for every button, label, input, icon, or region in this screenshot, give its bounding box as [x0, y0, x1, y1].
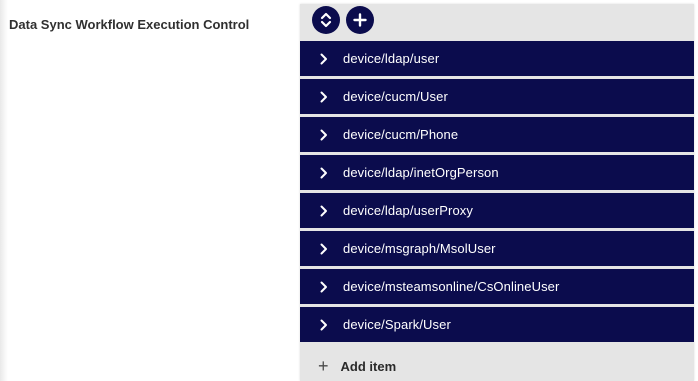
- list-item-label: device/Spark/User: [343, 317, 451, 332]
- reorder-button[interactable]: [312, 6, 340, 34]
- chevron-right-icon: [317, 53, 331, 65]
- list-item[interactable]: device/msteamsonline/CsOnlineUser: [300, 269, 694, 304]
- list-item[interactable]: device/ldap/user: [300, 41, 694, 76]
- list-item[interactable]: device/Spark/User: [300, 307, 694, 342]
- list-item-label: device/ldap/userProxy: [343, 203, 473, 218]
- list-item[interactable]: device/msgraph/MsolUser: [300, 231, 694, 266]
- item-list: device/ldap/user device/cucm/User device…: [300, 41, 694, 342]
- left-gutter: [0, 0, 8, 381]
- app-frame: Data Sync Workflow Execution Control dev…: [0, 0, 698, 381]
- chevron-right-icon: [317, 91, 331, 103]
- field-label: Data Sync Workflow Execution Control: [9, 17, 250, 32]
- list-item[interactable]: device/ldap/inetOrgPerson: [300, 155, 694, 190]
- list-toolbar: [312, 5, 374, 35]
- add-button[interactable]: [346, 6, 374, 34]
- plus-circle-icon: [353, 13, 367, 27]
- chevron-right-icon: [317, 129, 331, 141]
- add-item-label: Add item: [340, 358, 397, 374]
- list-item[interactable]: device/cucm/Phone: [300, 117, 694, 152]
- list-item-label: device/ldap/inetOrgPerson: [343, 165, 499, 180]
- chevron-right-icon: [317, 167, 331, 179]
- list-item-label: device/cucm/Phone: [343, 127, 459, 142]
- chevron-right-icon: [317, 243, 331, 255]
- list-panel: device/ldap/user device/cucm/User device…: [300, 4, 694, 381]
- add-item-button[interactable]: + Add item: [300, 351, 694, 381]
- list-item-label: device/msgraph/MsolUser: [343, 241, 496, 256]
- chevron-right-icon: [317, 281, 331, 293]
- list-item-label: device/cucm/User: [343, 89, 448, 104]
- list-item-label: device/ldap/user: [343, 51, 440, 66]
- sort-icon: [320, 12, 332, 28]
- list-item[interactable]: device/ldap/userProxy: [300, 193, 694, 228]
- chevron-right-icon: [317, 319, 331, 331]
- list-item[interactable]: device/cucm/User: [300, 79, 694, 114]
- list-item-label: device/msteamsonline/CsOnlineUser: [343, 279, 560, 294]
- chevron-right-icon: [317, 205, 331, 217]
- plus-icon: +: [318, 356, 329, 376]
- label-column: Data Sync Workflow Execution Control: [8, 0, 296, 381]
